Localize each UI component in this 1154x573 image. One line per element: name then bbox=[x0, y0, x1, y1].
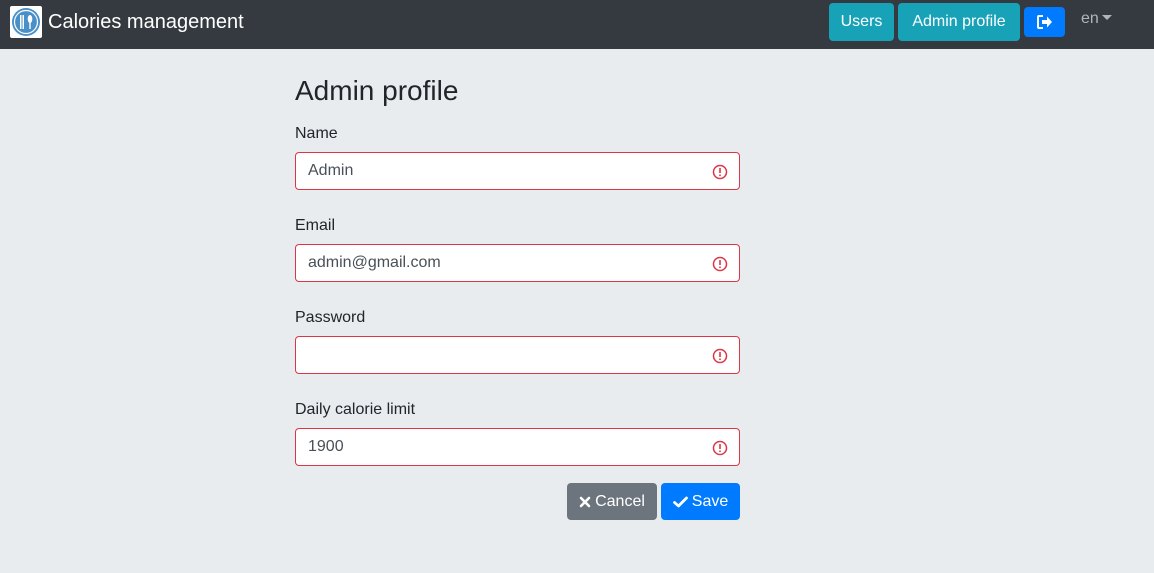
save-button[interactable]: Save bbox=[661, 483, 740, 520]
email-label: Email bbox=[295, 217, 336, 234]
language-dropdown[interactable]: en bbox=[1081, 10, 1112, 28]
email-input[interactable] bbox=[296, 245, 739, 281]
daily-calorie-limit-field-wrapper bbox=[295, 428, 740, 466]
check-icon bbox=[672, 496, 688, 507]
cancel-button-label: Cancel bbox=[595, 492, 645, 510]
logout-button[interactable] bbox=[1024, 7, 1065, 37]
brand[interactable]: Calories management bbox=[10, 5, 244, 39]
cutlery-icon bbox=[12, 8, 40, 36]
app-logo bbox=[10, 6, 42, 38]
cancel-button[interactable]: Cancel bbox=[567, 483, 657, 520]
users-nav-button[interactable]: Users bbox=[829, 3, 894, 41]
daily-calorie-limit-label: Daily calorie limit bbox=[295, 401, 416, 418]
error-icon bbox=[712, 164, 728, 180]
error-icon bbox=[712, 256, 728, 272]
app-title: Calories management bbox=[48, 11, 244, 33]
sign-out-icon bbox=[1036, 15, 1052, 29]
password-input[interactable] bbox=[296, 337, 739, 373]
name-input[interactable] bbox=[296, 153, 739, 189]
daily-calorie-limit-input[interactable] bbox=[296, 429, 739, 465]
language-label: en bbox=[1081, 10, 1099, 27]
name-field-wrapper bbox=[295, 152, 740, 190]
name-label: Name bbox=[295, 125, 338, 142]
caret-down-icon bbox=[1101, 14, 1112, 20]
error-icon bbox=[712, 348, 728, 364]
admin-profile-nav-button[interactable]: Admin profile bbox=[898, 3, 1020, 41]
top-navbar: Calories management Users Admin profile … bbox=[0, 0, 1154, 49]
password-field-wrapper bbox=[295, 336, 740, 374]
password-label: Password bbox=[295, 309, 366, 326]
error-icon bbox=[712, 440, 728, 456]
close-icon bbox=[579, 496, 591, 507]
page-title: Admin profile bbox=[295, 75, 459, 106]
save-button-label: Save bbox=[691, 492, 729, 510]
email-field-wrapper bbox=[295, 244, 740, 282]
